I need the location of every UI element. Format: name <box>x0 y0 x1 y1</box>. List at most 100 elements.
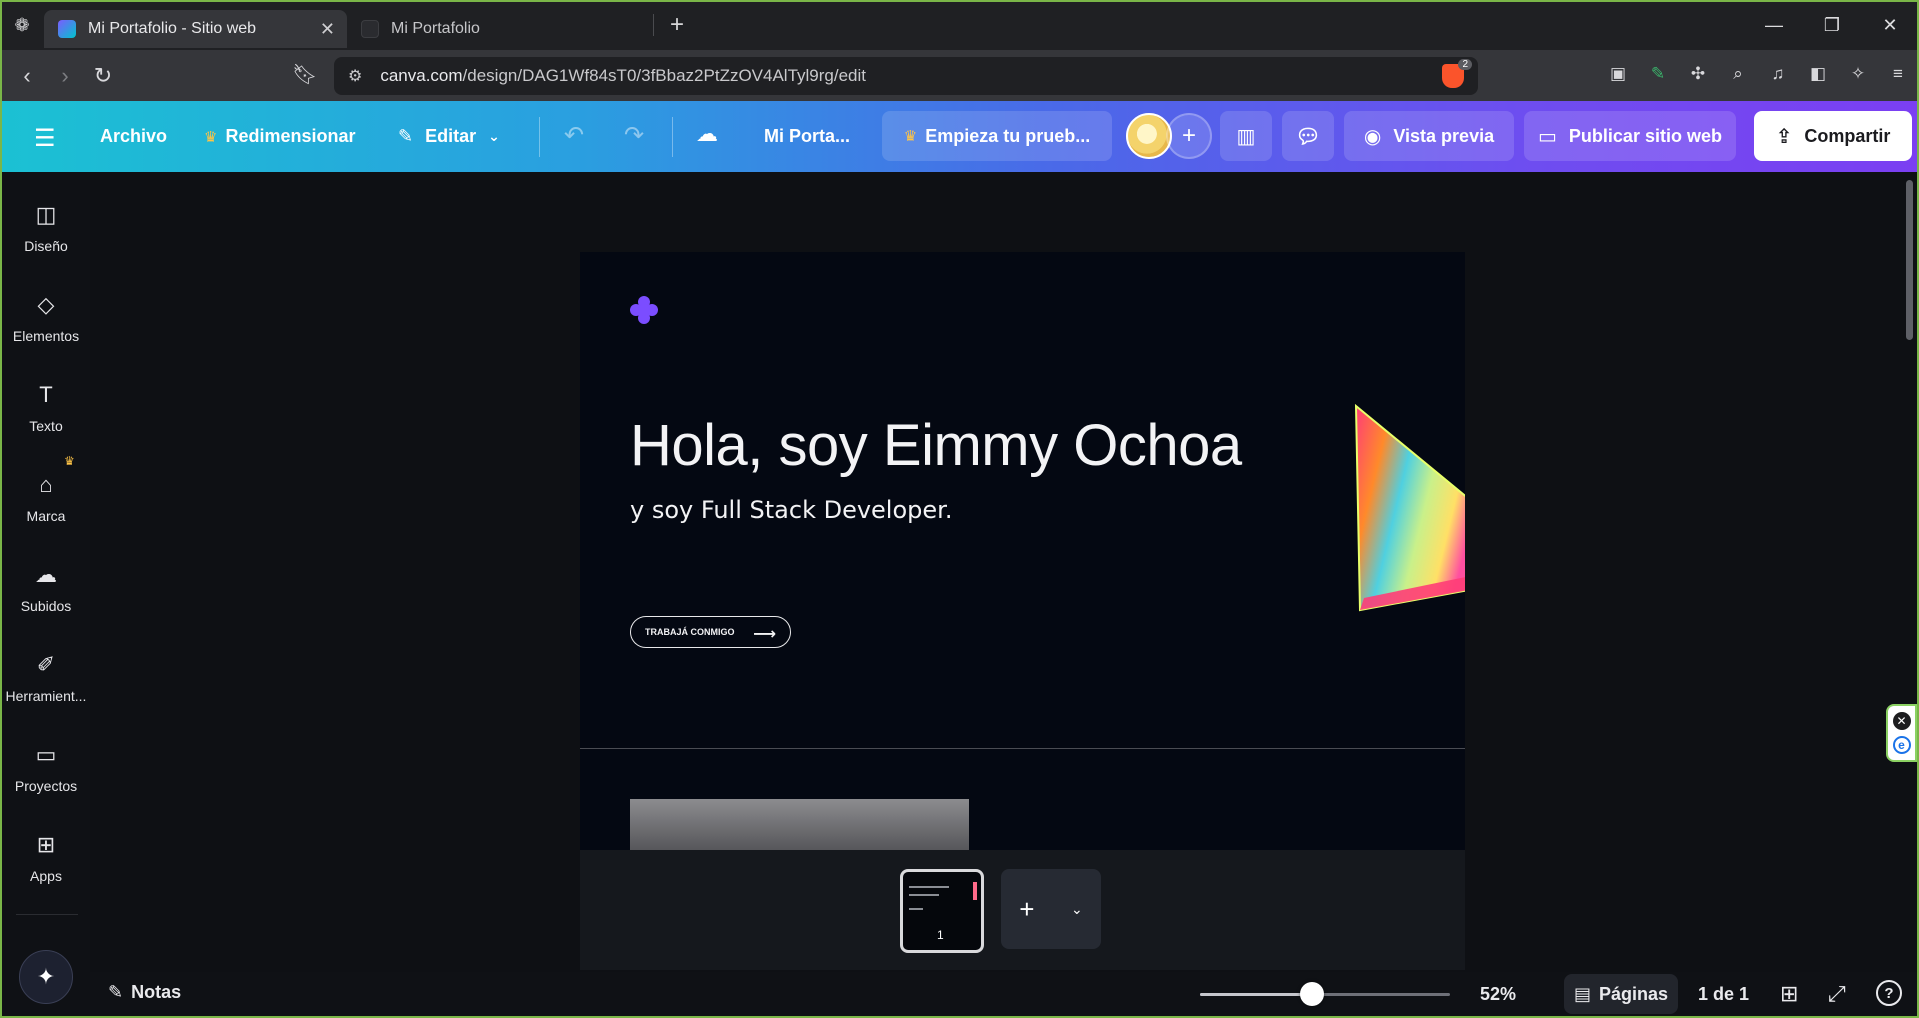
text-icon: T <box>39 382 53 407</box>
extension-icons: ▣ ✎ ✣ ⌕ ♫ ◧ ✧ ≡ <box>1607 63 1909 85</box>
preview-label: Vista previa <box>1393 125 1495 146</box>
sidebar-item-brand[interactable]: ⌂ Marca <box>2 472 90 524</box>
share-button[interactable]: ⇪ Compartir <box>1754 111 1912 161</box>
restore-icon[interactable]: ❐ <box>1803 15 1861 36</box>
edit-mode-button[interactable]: ✎ Editar ⌄ <box>398 101 500 172</box>
pages-button[interactable]: ▤ Páginas <box>1564 974 1678 1014</box>
holographic-cone-graphic[interactable] <box>1350 398 1465 618</box>
sidebar-item-elements[interactable]: ◇ Elementos <box>2 292 90 344</box>
folder-icon: ▭ <box>35 742 57 767</box>
share-label: Compartir <box>1804 125 1891 146</box>
preview-button[interactable]: ◉ Vista previa <box>1344 111 1514 161</box>
brand-icon: ⌂ <box>39 472 53 497</box>
close-icon[interactable]: ✕ <box>1892 712 1911 730</box>
fullscreen-icon[interactable]: ⤢ <box>1828 981 1846 1007</box>
comments-button[interactable]: 💬︎ <box>1282 111 1334 161</box>
media-icon[interactable]: ♫ <box>1767 63 1789 85</box>
redo-icon[interactable]: ↷ <box>624 121 644 150</box>
plus-icon: + <box>1019 893 1035 924</box>
ai-sparkle-icon[interactable]: ✧ <box>1847 63 1869 85</box>
cta-label: TRABAJÁ CONMIGO <box>645 627 735 637</box>
sidebar-item-label: Diseño <box>24 238 68 254</box>
trial-label: Empieza tu prueb... <box>925 125 1091 146</box>
calendar-extension-icon[interactable]: ▣ <box>1607 63 1629 85</box>
tab-title: Mi Portafolio <box>391 20 480 37</box>
sidebar-item-text[interactable]: T Texto <box>2 382 90 434</box>
sidebar-item-projects[interactable]: ▭ Proyectos <box>2 742 90 794</box>
page-search-icon[interactable]: ⌕ <box>1727 63 1749 85</box>
bar-chart-icon: ▥ <box>1236 125 1256 148</box>
pencil-icon: ✎ <box>398 126 414 146</box>
apps-grid-icon: ⊞ <box>36 832 56 857</box>
tab-inactive[interactable]: Mi Portafolio <box>347 10 647 48</box>
shields-badge: 2 <box>1458 59 1472 70</box>
hero-subtitle[interactable]: y soy Full Stack Developer. <box>630 496 952 524</box>
sidebar-item-apps[interactable]: ⊞ Apps <box>2 832 90 884</box>
toolbar-divider <box>539 117 540 157</box>
page-count: 1 de 1 <box>1698 984 1750 1004</box>
reload-icon[interactable]: ↻ <box>84 63 122 89</box>
undo-icon[interactable]: ↶ <box>564 121 584 150</box>
editor-sidebar: ◫ Diseño ◇ Elementos T Texto ♛ ⌂ Marca ☁… <box>2 172 90 1016</box>
grid-view-icon[interactable]: ⊞ <box>1780 981 1798 1007</box>
main-menu-icon[interactable]: ☰ <box>34 124 56 153</box>
chevron-down-icon[interactable]: ⌄ <box>1071 901 1083 918</box>
magic-assistant-button[interactable]: ✦ <box>19 950 73 1004</box>
cta-button[interactable]: TRABAJÁ CONMIGO ⟶ <box>630 616 791 648</box>
browser-menu-icon[interactable]: ≡ <box>1887 63 1909 85</box>
minimize-icon[interactable]: — <box>1745 15 1803 36</box>
url-input[interactable]: ⚙ canva.com/design/DAG1Wf84sT0/3fBbaz2Pt… <box>334 57 1478 95</box>
portfolio-logo-icon[interactable] <box>630 296 658 324</box>
hero-title[interactable]: Hola, soy Eimmy Ochoa <box>630 412 1242 479</box>
forward-icon[interactable]: › <box>46 63 84 89</box>
insights-chart-button[interactable]: ▥ <box>1220 111 1272 161</box>
canva-toolbar: ☰ Archivo ♛ Redimensionar ✎ Editar ⌄ ↶ ↷… <box>2 101 1917 172</box>
notes-button[interactable]: ✎ Notas <box>108 982 181 1003</box>
puzzle-extensions-icon[interactable]: ✣ <box>1687 63 1709 85</box>
tab-active[interactable]: Mi Portafolio - Sitio web ✕ <box>44 10 347 48</box>
sidebar-item-design[interactable]: ◫ Diseño <box>2 202 90 254</box>
share-upload-icon: ⇪ <box>1775 125 1793 148</box>
vertical-scrollbar[interactable] <box>1906 180 1913 340</box>
eye-icon: ◉ <box>1363 125 1382 148</box>
bookmark-icon[interactable]: 🔖︎ <box>292 62 317 87</box>
design-title[interactable]: Mi Porta... <box>764 101 850 172</box>
sidebar-divider <box>16 914 78 915</box>
crown-icon: ♛ <box>204 128 218 146</box>
add-page-button[interactable]: + ⌄ <box>1001 869 1101 949</box>
zoom-slider-fill <box>1200 993 1312 996</box>
file-menu-button[interactable]: Archivo <box>100 101 167 172</box>
back-icon[interactable]: ‹ <box>8 63 46 89</box>
resize-button[interactable]: ♛ Redimensionar <box>204 101 356 172</box>
browser-address-bar: ‹ › ↻ 🔖︎ ⚙ canva.com/design/DAG1Wf84sT0/… <box>0 50 1919 101</box>
publish-website-button[interactable]: ▭ Publicar sitio web <box>1524 111 1736 161</box>
close-tab-icon[interactable]: ✕ <box>320 19 335 40</box>
zoom-slider-knob[interactable] <box>1299 982 1324 1006</box>
page-thumbnail[interactable]: 1 <box>900 869 984 953</box>
cloud-saved-icon[interactable]: ☁ <box>696 121 718 147</box>
highlighter-extension-icon[interactable]: ✎ <box>1647 63 1669 85</box>
sidebar-item-uploads[interactable]: ☁ Subidos <box>2 562 90 614</box>
layout-icon: ◫ <box>35 202 57 227</box>
start-trial-button[interactable]: ♛ Empieza tu prueb... <box>882 111 1112 161</box>
brave-shields-icon[interactable]: 2 <box>1442 59 1472 88</box>
zoom-value[interactable]: 52% <box>1480 984 1516 1005</box>
chevron-down-icon: ⌄ <box>488 128 500 144</box>
crown-icon: ♛ <box>903 128 918 145</box>
crown-icon: ♛ <box>64 454 75 468</box>
design-page[interactable]: Hola, soy Eimmy Ochoa y soy Full Stack D… <box>580 252 1465 850</box>
profile-photo[interactable] <box>630 799 969 850</box>
site-info-icon[interactable]: ⚙ <box>348 66 362 86</box>
sidebar-item-label: Texto <box>29 418 63 434</box>
sidebar-toggle-icon[interactable]: ◧ <box>1807 63 1829 85</box>
tab-menu-icon[interactable]: ❁ <box>0 0 44 50</box>
sidebar-item-tools[interactable]: ✐ Herramient... <box>2 652 90 704</box>
pages-icon: ▤ <box>1573 983 1591 1004</box>
new-tab-icon[interactable]: + <box>670 11 684 39</box>
close-window-icon[interactable]: ✕ <box>1861 15 1919 36</box>
invite-plus-button[interactable]: + <box>1166 113 1212 159</box>
help-icon[interactable]: ? <box>1876 980 1902 1006</box>
zoom-slider[interactable] <box>1200 982 1450 1006</box>
sidebar-item-label: Proyectos <box>14 778 78 794</box>
edge-extension-icon[interactable]: e <box>1892 736 1911 754</box>
